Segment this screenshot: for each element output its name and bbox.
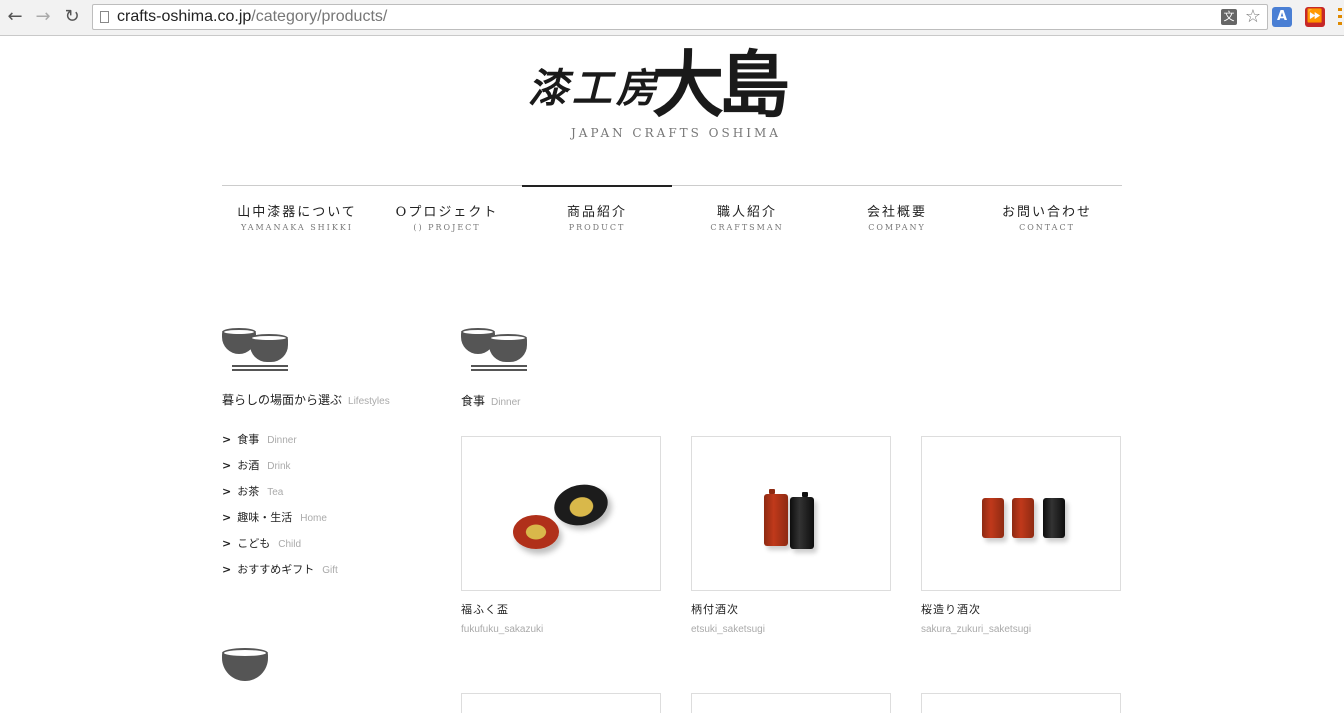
sidebar-item-en: Dinner <box>267 435 297 446</box>
next-section-bowl-icon <box>222 648 268 681</box>
red-sake-cup <box>513 515 559 549</box>
product-card-etsuki-saketsugi[interactable]: 柄付酒次 etsuki_saketsugi <box>691 436 891 635</box>
product-image[interactable] <box>461 436 661 591</box>
nav-label-jp: 山中漆器について <box>237 205 357 220</box>
product-image[interactable] <box>461 693 661 713</box>
product-code: sakura_zukuri_saketsugi <box>921 624 1032 635</box>
nav-label-en: PRODUCT <box>568 223 626 232</box>
nav-item-product[interactable]: 商品紹介 PRODUCT <box>522 185 672 245</box>
nav-item-o-project[interactable]: Oプロジェクト () PROJECT <box>372 186 522 246</box>
sidebar-item-en: Drink <box>267 461 291 472</box>
google-translate-icon[interactable]: A <box>1272 7 1292 27</box>
sidebar-item-en: Gift <box>322 565 338 576</box>
sidebar-item-en: Tea <box>267 487 284 498</box>
lifestyle-bowls-icon <box>222 328 292 374</box>
arrow-icon: > <box>222 485 232 498</box>
nav-item-craftsman[interactable]: 職人紹介 CRAFTSMAN <box>672 186 822 246</box>
brand-name: JAPAN CRAFTS OSHIMA <box>571 126 781 140</box>
category-heading-en: Dinner <box>491 397 521 408</box>
category-heading: 食事 Dinner <box>461 392 520 409</box>
black-server <box>1043 498 1065 538</box>
site-logo[interactable]: 漆工房 大島 <box>528 36 818 127</box>
product-image[interactable] <box>921 436 1121 591</box>
red-server-handle <box>769 489 775 494</box>
red-server-1 <box>982 498 1004 538</box>
black-server <box>790 497 814 549</box>
lifestyles-heading-jp: 暮らしの場面から選ぶ <box>222 393 343 407</box>
nav-label-en: COMPANY <box>868 223 926 232</box>
product-image[interactable] <box>691 693 891 713</box>
lifestyle-list: > 食事 Dinner > お酒 Drink > お茶 Tea > 趣味・生活 Home > こど… <box>222 431 338 587</box>
product-name[interactable]: 福ふく盃 <box>461 601 661 617</box>
sidebar-item-label: こども <box>237 537 271 550</box>
url-text[interactable]: crafts-oshima.co.jp/category/products/ <box>117 8 387 26</box>
nav-item-yamanaka-shikki[interactable]: 山中漆器について YAMANAKA SHIKKI <box>222 186 372 246</box>
sidebar-item-child[interactable]: > こども Child <box>222 535 338 561</box>
product-image[interactable] <box>921 693 1121 713</box>
arrow-icon: > <box>222 459 232 472</box>
url-host: crafts-oshima.co.jp <box>117 8 252 25</box>
nav-item-contact[interactable]: お問い合わせ CONTACT <box>972 186 1122 246</box>
media-extension-icon[interactable]: ⏩ <box>1305 7 1325 27</box>
product-code: etsuki_saketsugi <box>691 624 765 635</box>
product-name[interactable]: 桜造り酒次 <box>921 601 1121 617</box>
dinner-bowls-icon <box>461 328 531 374</box>
product-card-sakura-zukuri-saketsugi[interactable]: 桜造り酒次 sakura_zukuri_saketsugi <box>921 436 1121 635</box>
red-server <box>764 494 788 546</box>
menu-icon[interactable] <box>1338 8 1342 26</box>
sidebar-item-en: Child <box>278 539 302 550</box>
sidebar-item-en: Home <box>300 513 327 524</box>
black-server-handle <box>802 492 808 497</box>
nav-label-jp: Oプロジェクト <box>395 205 499 220</box>
product-code: fukufuku_sakazuki <box>461 624 544 635</box>
nav-label-jp: 会社概要 <box>866 205 927 220</box>
sidebar-item-home[interactable]: > 趣味・生活 Home <box>222 509 338 535</box>
lifestyles-heading: 暮らしの場面から選ぶ Lifestyles <box>222 391 390 408</box>
nav-label-jp: お問い合わせ <box>1001 205 1092 220</box>
logo-calligraphy-small: 漆工房 <box>528 65 660 112</box>
lifestyles-heading-en: Lifestyles <box>348 396 390 407</box>
sidebar-item-label: お茶 <box>237 485 260 498</box>
sidebar-item-drink[interactable]: > お酒 Drink <box>222 457 338 483</box>
forward-icon[interactable]: → <box>32 6 54 28</box>
product-card-fukufuku-sakazuki[interactable]: 福ふく盃 fukufuku_sakazuki <box>461 436 661 635</box>
arrow-icon: > <box>222 511 232 524</box>
url-path: /category/products/ <box>251 8 388 25</box>
page-icon <box>100 11 109 23</box>
arrow-icon: > <box>222 563 232 576</box>
arrow-icon: > <box>222 537 232 550</box>
sidebar-item-gift[interactable]: > おすすめギフト Gift <box>222 561 338 587</box>
sidebar-item-label: おすすめギフト <box>237 563 315 576</box>
nav-label-en: () PROJECT <box>413 223 481 232</box>
product-card-partial[interactable] <box>461 693 661 713</box>
product-card-partial[interactable] <box>691 693 891 713</box>
main-nav: 山中漆器について YAMANAKA SHIKKI Oプロジェクト () PROJ… <box>222 185 1122 246</box>
arrow-icon: > <box>222 433 232 446</box>
red-server-2 <box>1012 498 1034 538</box>
logo-calligraphy-large: 大島 <box>652 42 790 127</box>
nav-label-en: CONTACT <box>1019 223 1075 232</box>
sidebar-item-label: 食事 <box>237 433 260 446</box>
translate-icon[interactable]: 文 <box>1221 9 1237 25</box>
back-icon[interactable]: ← <box>4 6 26 28</box>
sidebar-item-tea[interactable]: > お茶 Tea <box>222 483 338 509</box>
product-name[interactable]: 柄付酒次 <box>691 601 891 617</box>
nav-label-jp: 商品紹介 <box>566 205 627 220</box>
sidebar-item-dinner[interactable]: > 食事 Dinner <box>222 431 338 457</box>
nav-label-en: YAMANAKA SHIKKI <box>241 223 353 232</box>
nav-item-company[interactable]: 会社概要 COMPANY <box>822 186 972 246</box>
sidebar-item-label: 趣味・生活 <box>237 511 293 524</box>
category-heading-jp: 食事 <box>461 394 486 408</box>
nav-label-en: CRAFTSMAN <box>710 223 784 232</box>
product-image[interactable] <box>691 436 891 591</box>
black-sake-cup <box>550 479 612 531</box>
sidebar-item-label: お酒 <box>237 459 260 472</box>
reload-icon[interactable]: ↻ <box>61 6 83 28</box>
star-icon[interactable]: ☆ <box>1245 6 1261 27</box>
nav-label-jp: 職人紹介 <box>716 205 777 220</box>
product-card-partial[interactable] <box>921 693 1121 713</box>
